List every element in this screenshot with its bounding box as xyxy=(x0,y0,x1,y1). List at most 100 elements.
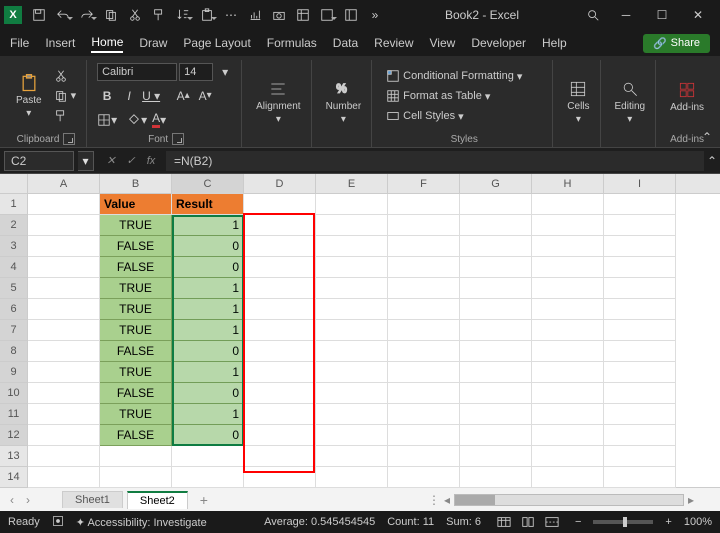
font-color-button[interactable]: A▾ xyxy=(149,110,169,130)
row-header-14[interactable]: 14 xyxy=(0,467,27,488)
qat-borders-icon[interactable] xyxy=(316,4,338,26)
format-painter-icon[interactable] xyxy=(148,4,170,26)
cell-I12[interactable] xyxy=(604,425,676,446)
cell-I5[interactable] xyxy=(604,278,676,299)
cell-G8[interactable] xyxy=(460,341,532,362)
cell-E6[interactable] xyxy=(316,299,388,320)
cell-E9[interactable] xyxy=(316,362,388,383)
cell-C7[interactable]: 1 xyxy=(172,320,244,341)
col-header-c[interactable]: C xyxy=(172,174,244,194)
cell-H2[interactable] xyxy=(532,215,604,236)
tab-page-layout[interactable]: Page Layout xyxy=(183,34,250,52)
cell-B4[interactable]: FALSE xyxy=(100,257,172,278)
cancel-formula-icon[interactable]: ✕ xyxy=(102,152,120,170)
share-button[interactable]: 🔗Share xyxy=(643,34,710,53)
select-all-corner[interactable] xyxy=(0,174,28,194)
cell-B6[interactable]: TRUE xyxy=(100,299,172,320)
expand-formula-bar-icon[interactable]: ⌃ xyxy=(704,154,720,168)
name-box-dropdown[interactable]: ▾ xyxy=(78,151,94,171)
cell-H14[interactable] xyxy=(532,467,604,488)
cell-C6[interactable]: 1 xyxy=(172,299,244,320)
cell-B13[interactable] xyxy=(100,446,172,467)
cell-A3[interactable] xyxy=(28,236,100,257)
sheet-nav-next[interactable]: › xyxy=(22,493,34,507)
scroll-right-icon[interactable]: ▸ xyxy=(688,493,694,507)
cell-D7[interactable] xyxy=(244,320,316,341)
save-icon[interactable] xyxy=(28,4,50,26)
font-name-select[interactable] xyxy=(97,63,177,81)
col-header-i[interactable]: I xyxy=(604,174,676,194)
cell-F4[interactable] xyxy=(388,257,460,278)
font-size-select[interactable] xyxy=(179,63,213,81)
minimize-button[interactable]: ─ xyxy=(608,3,644,27)
fill-color-button[interactable]: ▾ xyxy=(127,110,147,130)
page-layout-view-icon[interactable] xyxy=(517,514,539,530)
row-header-7[interactable]: 7 xyxy=(0,320,27,341)
cell-A1[interactable] xyxy=(28,194,100,215)
cell-B2[interactable]: TRUE xyxy=(100,215,172,236)
cell-E1[interactable] xyxy=(316,194,388,215)
redo-icon[interactable] xyxy=(76,4,98,26)
cell-D10[interactable] xyxy=(244,383,316,404)
tab-formulas[interactable]: Formulas xyxy=(267,34,317,52)
cell-B14[interactable] xyxy=(100,467,172,488)
close-button[interactable]: ✕ xyxy=(680,3,716,27)
cut-button[interactable] xyxy=(50,67,81,85)
cell-I14[interactable] xyxy=(604,467,676,488)
row-header-8[interactable]: 8 xyxy=(0,341,27,362)
page-break-view-icon[interactable] xyxy=(541,514,563,530)
cell-D13[interactable] xyxy=(244,446,316,467)
copy-button[interactable]: ▾ xyxy=(50,87,81,105)
cell-I8[interactable] xyxy=(604,341,676,362)
cell-F5[interactable] xyxy=(388,278,460,299)
cell-A9[interactable] xyxy=(28,362,100,383)
col-header-a[interactable]: A xyxy=(28,174,100,194)
cell-D12[interactable] xyxy=(244,425,316,446)
cell-G12[interactable] xyxy=(460,425,532,446)
cell-G13[interactable] xyxy=(460,446,532,467)
cell-F1[interactable] xyxy=(388,194,460,215)
cell-F6[interactable] xyxy=(388,299,460,320)
cell-I13[interactable] xyxy=(604,446,676,467)
cell-E10[interactable] xyxy=(316,383,388,404)
cell-C14[interactable] xyxy=(172,467,244,488)
cell-D1[interactable] xyxy=(244,194,316,215)
cell-G10[interactable] xyxy=(460,383,532,404)
cell-A5[interactable] xyxy=(28,278,100,299)
add-sheet-button[interactable]: + xyxy=(192,492,216,508)
formula-input[interactable] xyxy=(166,151,704,171)
cell-C3[interactable]: 0 xyxy=(172,236,244,257)
borders-button[interactable]: ▾ xyxy=(97,110,117,130)
cell-G5[interactable] xyxy=(460,278,532,299)
copy-icon[interactable] xyxy=(100,4,122,26)
underline-button[interactable]: U ▾ xyxy=(141,86,161,106)
cell-F8[interactable] xyxy=(388,341,460,362)
cell-H7[interactable] xyxy=(532,320,604,341)
cell-E11[interactable] xyxy=(316,404,388,425)
cell-A8[interactable] xyxy=(28,341,100,362)
row-header-11[interactable]: 11 xyxy=(0,404,27,425)
cell-E7[interactable] xyxy=(316,320,388,341)
col-header-g[interactable]: G xyxy=(460,174,532,194)
tab-file[interactable]: File xyxy=(10,34,29,52)
conditional-formatting-button[interactable]: Conditional Formatting ▾ xyxy=(382,67,526,85)
cell-styles-button[interactable]: Cell Styles ▾ xyxy=(382,107,526,125)
cell-E5[interactable] xyxy=(316,278,388,299)
cell-B9[interactable]: TRUE xyxy=(100,362,172,383)
sheet-tab-sheet1[interactable]: Sheet1 xyxy=(62,491,123,508)
cell-H12[interactable] xyxy=(532,425,604,446)
maximize-button[interactable]: ☐ xyxy=(644,3,680,27)
cell-D11[interactable] xyxy=(244,404,316,425)
cell-C10[interactable]: 0 xyxy=(172,383,244,404)
cell-H8[interactable] xyxy=(532,341,604,362)
cell-G1[interactable] xyxy=(460,194,532,215)
cell-E14[interactable] xyxy=(316,467,388,488)
cell-C12[interactable]: 0 xyxy=(172,425,244,446)
row-header-13[interactable]: 13 xyxy=(0,446,27,467)
cell-I7[interactable] xyxy=(604,320,676,341)
col-header-d[interactable]: D xyxy=(244,174,316,194)
tab-insert[interactable]: Insert xyxy=(45,34,75,52)
tab-data[interactable]: Data xyxy=(333,34,358,52)
cell-E3[interactable] xyxy=(316,236,388,257)
row-header-4[interactable]: 4 xyxy=(0,257,27,278)
